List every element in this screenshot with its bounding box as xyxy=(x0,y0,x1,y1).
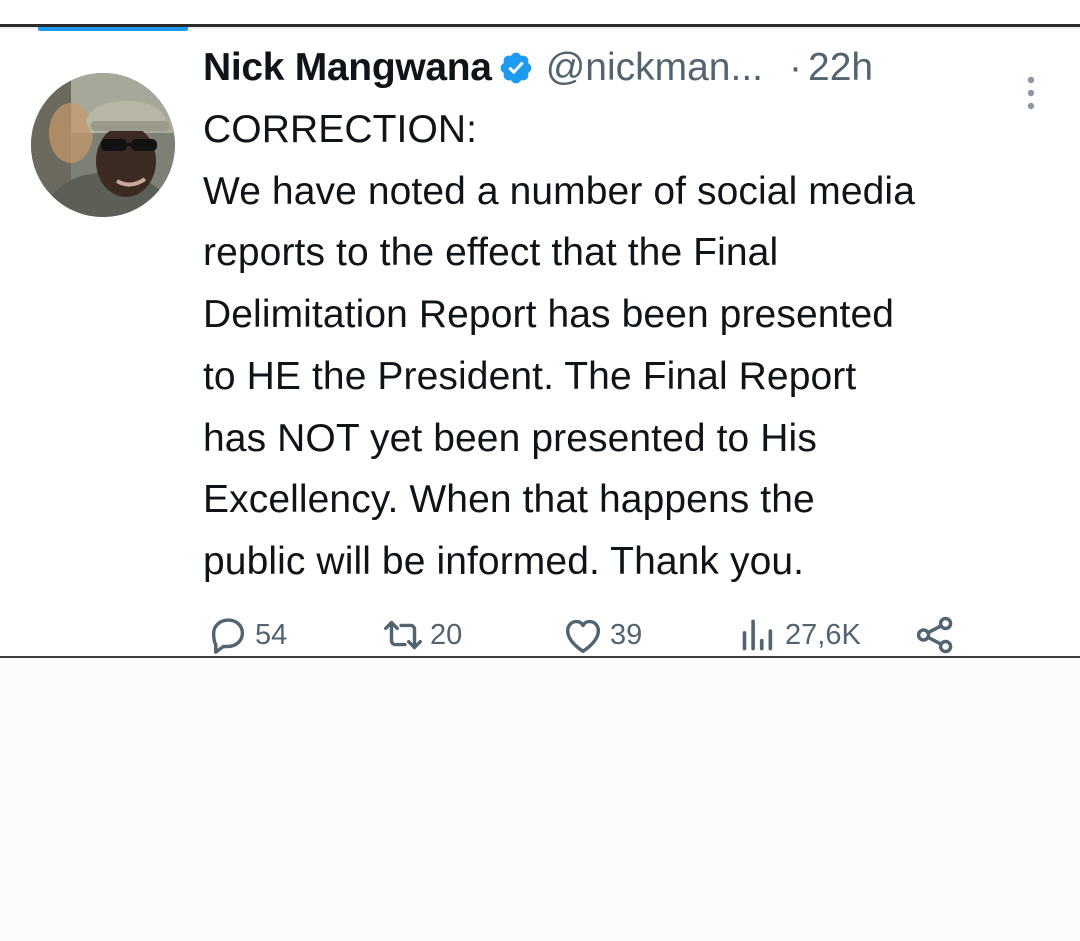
tweet-text-line: We have noted a number of social media xyxy=(203,169,915,213)
retweet-count: 20 xyxy=(430,618,463,651)
author-handle[interactable]: @nickman... xyxy=(546,46,763,90)
screenshot-page: Nick Mangwana @nickman... · 22h CORRECTI… xyxy=(0,0,1080,941)
empty-area xyxy=(0,658,1080,941)
retweet-icon xyxy=(384,620,422,650)
share-button[interactable] xyxy=(913,612,959,658)
tweet-text-line: to HE the President. The Final Report xyxy=(203,354,857,398)
avatar[interactable] xyxy=(31,73,175,217)
retweet-button[interactable]: 20 xyxy=(380,612,462,658)
tweet-card[interactable]: Nick Mangwana @nickman... · 22h CORRECTI… xyxy=(0,31,1080,656)
heart-icon xyxy=(565,619,601,654)
tweet-timestamp[interactable]: 22h xyxy=(808,46,873,90)
tweet-text-line: Excellency. When that happens the xyxy=(203,478,815,522)
views-chart-icon xyxy=(742,619,773,651)
like-button[interactable]: 39 xyxy=(560,612,642,658)
tweet-text: CORRECTION: We have noted a number of so… xyxy=(203,99,1063,593)
tweet-text-line: public will be informed. Thank you. xyxy=(203,539,805,583)
tweet-text-line: reports to the effect that the Final xyxy=(203,231,779,275)
separator-dot: · xyxy=(789,46,803,89)
views-count: 27,6K xyxy=(785,618,861,651)
tweet-text-line: CORRECTION: xyxy=(203,108,478,151)
tweet-actions: 54 20 39 27,6K xyxy=(205,612,965,658)
reply-icon xyxy=(211,618,245,654)
views-button[interactable]: 27,6K xyxy=(735,612,861,658)
tweet-text-line: Delimitation Report has been presented xyxy=(203,293,895,337)
share-icon xyxy=(916,616,953,654)
reply-count: 54 xyxy=(255,618,288,651)
tweet-text-line: has NOT yet been presented to His xyxy=(203,416,817,460)
profile-photo-icon xyxy=(31,73,175,217)
tweet-header: Nick Mangwana @nickman... · 22h xyxy=(203,43,873,93)
like-count: 39 xyxy=(610,618,643,651)
author-name[interactable]: Nick Mangwana xyxy=(203,46,492,90)
verified-badge-icon xyxy=(498,50,534,86)
reply-button[interactable]: 54 xyxy=(205,612,287,658)
